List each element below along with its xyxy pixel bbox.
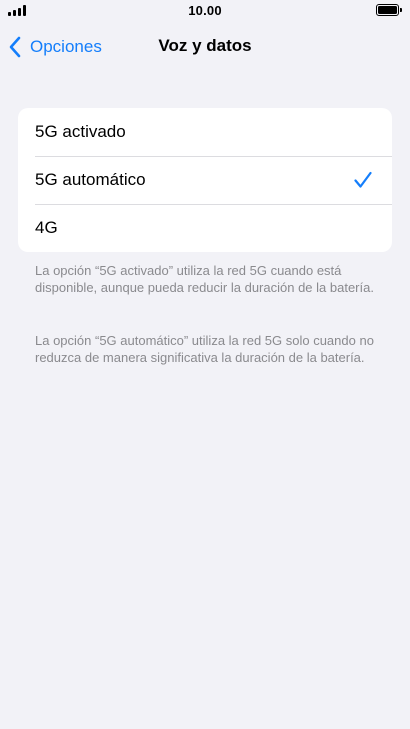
status-bar: 10.00 (0, 0, 410, 22)
option-label: 4G (35, 218, 58, 237)
page-title: Voz y datos (158, 36, 252, 55)
checkmark-icon (354, 171, 372, 188)
option-5g-activado[interactable]: 5G activado (18, 108, 392, 156)
option-4g[interactable]: 4G (18, 204, 392, 252)
battery-full-icon (376, 4, 402, 16)
network-mode-options: 5G activado 5G automático 4G (18, 108, 392, 252)
option-5g-automatico[interactable]: 5G automático (18, 156, 392, 204)
footnote-5g-automatico: La opción “5G automático” utiliza la red… (35, 333, 374, 365)
status-time: 10.00 (188, 3, 222, 18)
option-label: 5G activado (35, 122, 126, 141)
navigation-bar: Opciones Voz y datos (0, 22, 410, 70)
option-label: 5G automático (35, 170, 146, 189)
footnote-5g-activado: La opción “5G activado” utiliza la red 5… (35, 263, 374, 295)
